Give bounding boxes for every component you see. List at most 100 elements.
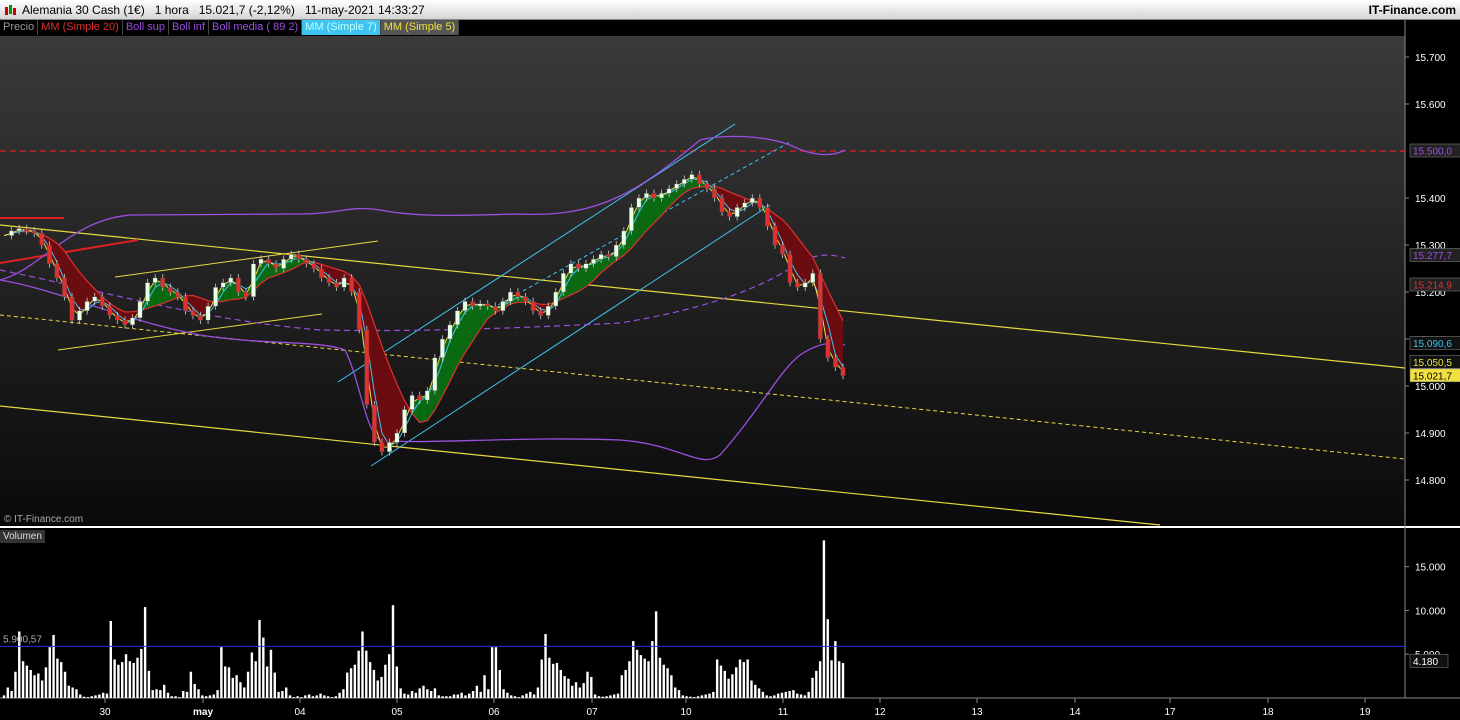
volume-bar [197,689,200,698]
volume-bar [727,678,730,698]
volume-bar [529,691,532,698]
candle-body [515,291,521,297]
volume-bar [94,695,97,698]
volume-bar [677,690,681,698]
volume-bar [285,687,288,698]
candle-body [24,228,30,232]
y-tick-label: 15.700 [1415,53,1446,64]
candle-body [765,207,770,227]
x-tick-label: 11 [778,707,789,718]
candle-body [251,263,256,297]
volume-average-label: 5.900,57 [3,634,42,645]
volume-bar [44,667,48,698]
volume-bar [776,693,780,698]
candle-body [447,324,453,340]
y-tick-label: 14.900 [1415,429,1446,440]
volume-bar [37,673,40,698]
candle-body [99,296,105,307]
candle-body [727,211,733,218]
volume-bar [40,680,44,698]
volume-bar [754,684,757,698]
volume-bar [735,667,738,698]
volume-bar [803,695,807,698]
price-chart[interactable]: 15.70015.60015.40015.30015.20015.10015.0… [0,0,1460,720]
price-panel-bg [0,36,1405,525]
volume-bar [426,689,429,698]
volume-bar [151,690,154,698]
volume-bar [86,697,90,698]
candle-body [523,296,528,302]
volume-bar [639,655,643,698]
volume-bar [6,687,10,698]
volume-bar [90,696,93,698]
volume-panel-bg [0,530,1405,698]
candle-body [636,197,642,208]
candle-body [326,277,332,283]
candle-body [621,230,627,246]
candle-body [319,268,324,279]
volume-bar [605,696,608,698]
x-tick-label: 07 [586,707,598,718]
volume-bar [658,657,662,698]
volume-bar [311,696,315,698]
volume-bar [159,690,162,698]
volume-bar [71,687,74,698]
volume-bar [479,691,482,698]
volume-bar [593,694,597,698]
volume-bar [29,669,32,698]
volume-bar [761,691,765,698]
volume-bar [212,694,215,698]
volume-bar [536,687,540,698]
volume-bar [609,695,612,698]
x-tick-label: 06 [488,707,500,718]
volume-bar [525,693,528,698]
volume-bar [517,697,521,698]
candle-body [424,390,430,401]
candle-body [288,254,294,260]
candle-body [356,291,362,330]
volume-bar [326,696,330,698]
volume-bar [75,689,78,698]
volume-bar [490,647,494,698]
volume-bar [700,695,704,698]
y-tick-label: 15.400 [1415,194,1446,205]
candle-body [780,244,785,255]
volume-bar [124,654,128,698]
volume-bar [143,606,147,698]
volume-bar [208,695,212,698]
candle-body [167,287,173,293]
volume-bar [227,667,231,698]
volume-bar [510,695,513,698]
candle-body [613,244,619,257]
price-tag-label: 15.214,9 [1413,280,1452,291]
volume-bar [147,670,151,698]
volume-bar [502,689,505,698]
volume-bar [201,695,204,698]
candle-body [130,317,135,326]
volume-bar [719,665,723,698]
x-tick-label: 10 [680,707,692,718]
volume-bar [2,695,6,698]
volume-bar [128,661,132,698]
candle-body [772,225,778,246]
volume-bar [662,664,665,698]
candle-body [833,357,838,368]
volume-bar [834,641,837,698]
volume-bar [281,690,284,698]
candle-body [220,282,226,288]
volume-bar [826,619,829,698]
volume-bar [395,666,399,698]
volume-bar [349,668,353,698]
volume-bar [399,688,402,698]
volume-bar [121,662,124,698]
candle-body [742,202,748,208]
candle-body [296,254,302,260]
candle-body [485,303,491,307]
volume-bar [220,647,223,698]
candle-body [538,310,544,316]
y-tick-label: 15.000 [1415,382,1446,393]
candle-body [689,174,695,180]
volume-bar [647,661,650,698]
candle-body [719,197,725,213]
volume-bar [60,662,63,698]
